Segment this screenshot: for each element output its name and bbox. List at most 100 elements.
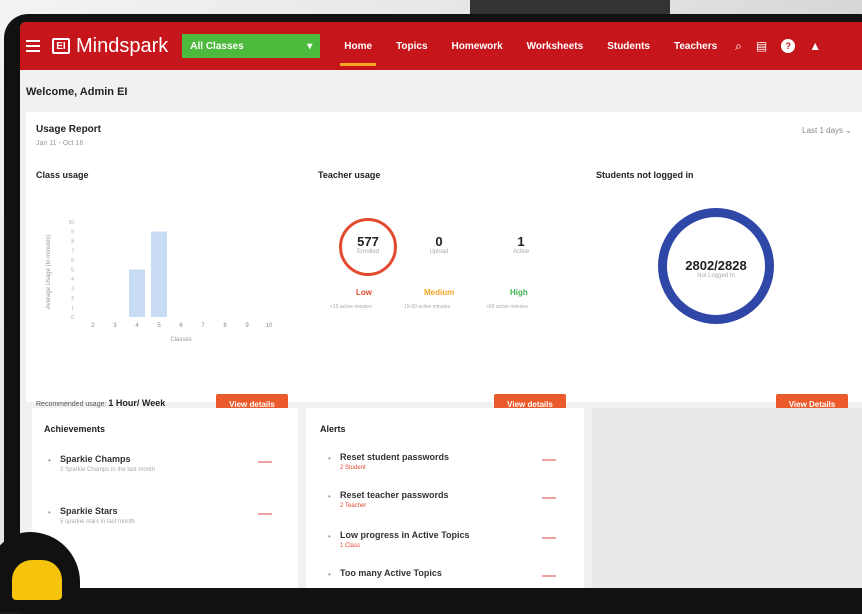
report-icon[interactable]: ▤ bbox=[756, 39, 767, 53]
y-tick-label: 5 bbox=[71, 268, 74, 274]
alert-link[interactable] bbox=[542, 459, 556, 461]
help-icon[interactable]: ? bbox=[781, 39, 796, 53]
x-tick-label: 5 bbox=[157, 323, 161, 329]
period-select[interactable]: Last 1 days ⌄ bbox=[802, 126, 852, 135]
app-logo[interactable]: Mindspark bbox=[76, 35, 168, 58]
x-tick-label: 9 bbox=[245, 323, 249, 329]
y-tick-label: 2 bbox=[71, 296, 74, 302]
level-medium: Medium bbox=[424, 288, 455, 297]
alert-title: Reset student passwords bbox=[340, 452, 450, 462]
alert-sub: 2 Teacher bbox=[340, 503, 367, 509]
level-low-sub: <15 active minutes bbox=[330, 304, 372, 310]
level-medium-sub: 15-60 active minutes bbox=[404, 304, 451, 310]
alert-title: Reset teacher passwords bbox=[340, 490, 449, 500]
x-tick-label: 10 bbox=[266, 323, 273, 329]
alerts-panel: Alerts • Reset student passwords 2 Stude… bbox=[306, 408, 584, 588]
y-tick-label: 9 bbox=[71, 230, 74, 236]
stat-upload-label: Upload bbox=[429, 249, 449, 255]
stat-active-label: Active bbox=[512, 249, 530, 255]
students-not-logged-value: 2802/2828 bbox=[685, 258, 747, 273]
alert-item[interactable]: Reset teacher passwords 2 Teacher bbox=[340, 490, 449, 509]
logo-icon: EI bbox=[52, 38, 70, 54]
y-tick-label: 6 bbox=[71, 258, 74, 264]
search-icon[interactable]: ⌕ bbox=[735, 39, 742, 54]
alert-item[interactable]: Too many Active Topics bbox=[340, 568, 442, 578]
x-tick-label: 2 bbox=[91, 323, 95, 329]
alert-item[interactable]: Reset student passwords 2 Student bbox=[340, 452, 449, 471]
usage-report-card: Usage Report Jan 11 - Oct 16 Last 1 days… bbox=[26, 112, 862, 414]
x-tick-label: 6 bbox=[179, 323, 183, 329]
y-tick-label: 7 bbox=[71, 249, 74, 255]
students-not-logged-title: Students not logged in bbox=[596, 170, 694, 180]
nav-topics[interactable]: Topics bbox=[384, 22, 439, 70]
bullet-icon: • bbox=[328, 454, 331, 463]
alert-link[interactable] bbox=[542, 497, 556, 499]
alert-link[interactable] bbox=[542, 537, 556, 539]
alerts-title: Alerts bbox=[320, 424, 346, 434]
level-low: Low bbox=[356, 288, 372, 297]
y-tick-label: 0 bbox=[71, 315, 74, 321]
achievement-sub: 3 Sparkie Champs in the last month bbox=[60, 467, 156, 473]
stat-upload: 0 Upload bbox=[419, 234, 459, 255]
stat-enrolled-label: Enrolled bbox=[356, 249, 379, 255]
alert-title: Low progress in Active Topics bbox=[340, 530, 470, 540]
recommended-usage: Recommended usage: 1 Hour/ Week bbox=[36, 398, 165, 408]
x-tick-label: 7 bbox=[201, 323, 205, 329]
achievement-title: Sparkie Stars bbox=[60, 506, 118, 516]
chevron-down-icon: ⌄ bbox=[845, 126, 852, 135]
chevron-down-icon: ▾ bbox=[307, 40, 313, 52]
x-axis-label: Classes bbox=[170, 337, 191, 343]
x-tick-label: 4 bbox=[135, 323, 139, 329]
achievement-item[interactable]: Sparkie Champs 3 Sparkie Champs in the l… bbox=[60, 454, 155, 473]
level-high: High bbox=[510, 288, 528, 297]
chart-bar bbox=[129, 269, 145, 317]
nav-home[interactable]: Home bbox=[332, 22, 384, 70]
achievement-title: Sparkie Champs bbox=[60, 454, 131, 464]
nav-students[interactable]: Students bbox=[595, 22, 662, 70]
main-nav: Home Topics Homework Worksheets Students… bbox=[332, 22, 729, 70]
stat-enrolled: 577 Enrolled bbox=[339, 234, 397, 255]
class-usage-title: Class usage bbox=[36, 170, 89, 180]
recommended-label: Recommended usage: bbox=[36, 401, 107, 408]
class-select[interactable]: All Classes ▾ bbox=[182, 34, 321, 58]
bullet-icon: • bbox=[328, 532, 331, 541]
y-tick-label: 4 bbox=[71, 277, 74, 283]
header-icons: ⌕ ▤ ? ▲ bbox=[735, 39, 821, 54]
nav-teachers[interactable]: Teachers bbox=[662, 22, 729, 70]
empty-panel bbox=[592, 408, 862, 588]
bullet-icon: • bbox=[328, 570, 331, 579]
alert-sub: 2 Student bbox=[340, 465, 366, 471]
nav-worksheets[interactable]: Worksheets bbox=[515, 22, 596, 70]
achievement-sub: 5 sparkie stars in last month bbox=[60, 519, 135, 525]
class-select-value: All Classes bbox=[190, 40, 244, 52]
stat-active: 1 Active bbox=[501, 234, 541, 255]
bullet-icon: • bbox=[48, 456, 51, 465]
achievement-link[interactable] bbox=[258, 513, 272, 515]
stat-enrolled-value: 577 bbox=[357, 234, 379, 249]
level-high-sub: >60 active minutes bbox=[486, 304, 528, 310]
alert-title: Too many Active Topics bbox=[340, 568, 442, 578]
teacher-usage-title: Teacher usage bbox=[318, 170, 381, 180]
alert-item[interactable]: Low progress in Active Topics 1 Class bbox=[340, 530, 470, 549]
students-not-logged-stat: 2802/2828 Not Logged In bbox=[658, 258, 774, 279]
menu-icon[interactable] bbox=[26, 40, 40, 52]
stat-upload-value: 0 bbox=[435, 234, 443, 249]
alert-sub: 1 Class bbox=[340, 543, 361, 549]
nav-homework[interactable]: Homework bbox=[440, 22, 515, 70]
chart-bar bbox=[151, 231, 167, 317]
y-tick-label: 3 bbox=[71, 287, 74, 293]
usage-report-title: Usage Report bbox=[36, 124, 102, 135]
top-navbar: EI Mindspark All Classes ▾ Home Topics H… bbox=[20, 22, 862, 70]
mascot-face bbox=[12, 560, 62, 600]
achievement-item[interactable]: Sparkie Stars 5 sparkie stars in last mo… bbox=[60, 506, 135, 525]
alert-link[interactable] bbox=[542, 575, 556, 577]
notification-bell-icon[interactable]: ▲ bbox=[809, 39, 821, 53]
achievement-link[interactable] bbox=[258, 461, 272, 463]
achievements-title: Achievements bbox=[44, 424, 106, 434]
welcome-text: Welcome, Admin EI bbox=[26, 86, 128, 98]
recommended-value: 1 Hour/ Week bbox=[108, 398, 166, 408]
usage-report-date: Jan 11 - Oct 16 bbox=[36, 140, 84, 147]
class-usage-chart: Average Usage (In minutes)1098765432102 3… bbox=[46, 220, 273, 343]
y-axis-label: Average Usage (In minutes) bbox=[46, 235, 52, 310]
stat-active-value: 1 bbox=[517, 234, 525, 249]
